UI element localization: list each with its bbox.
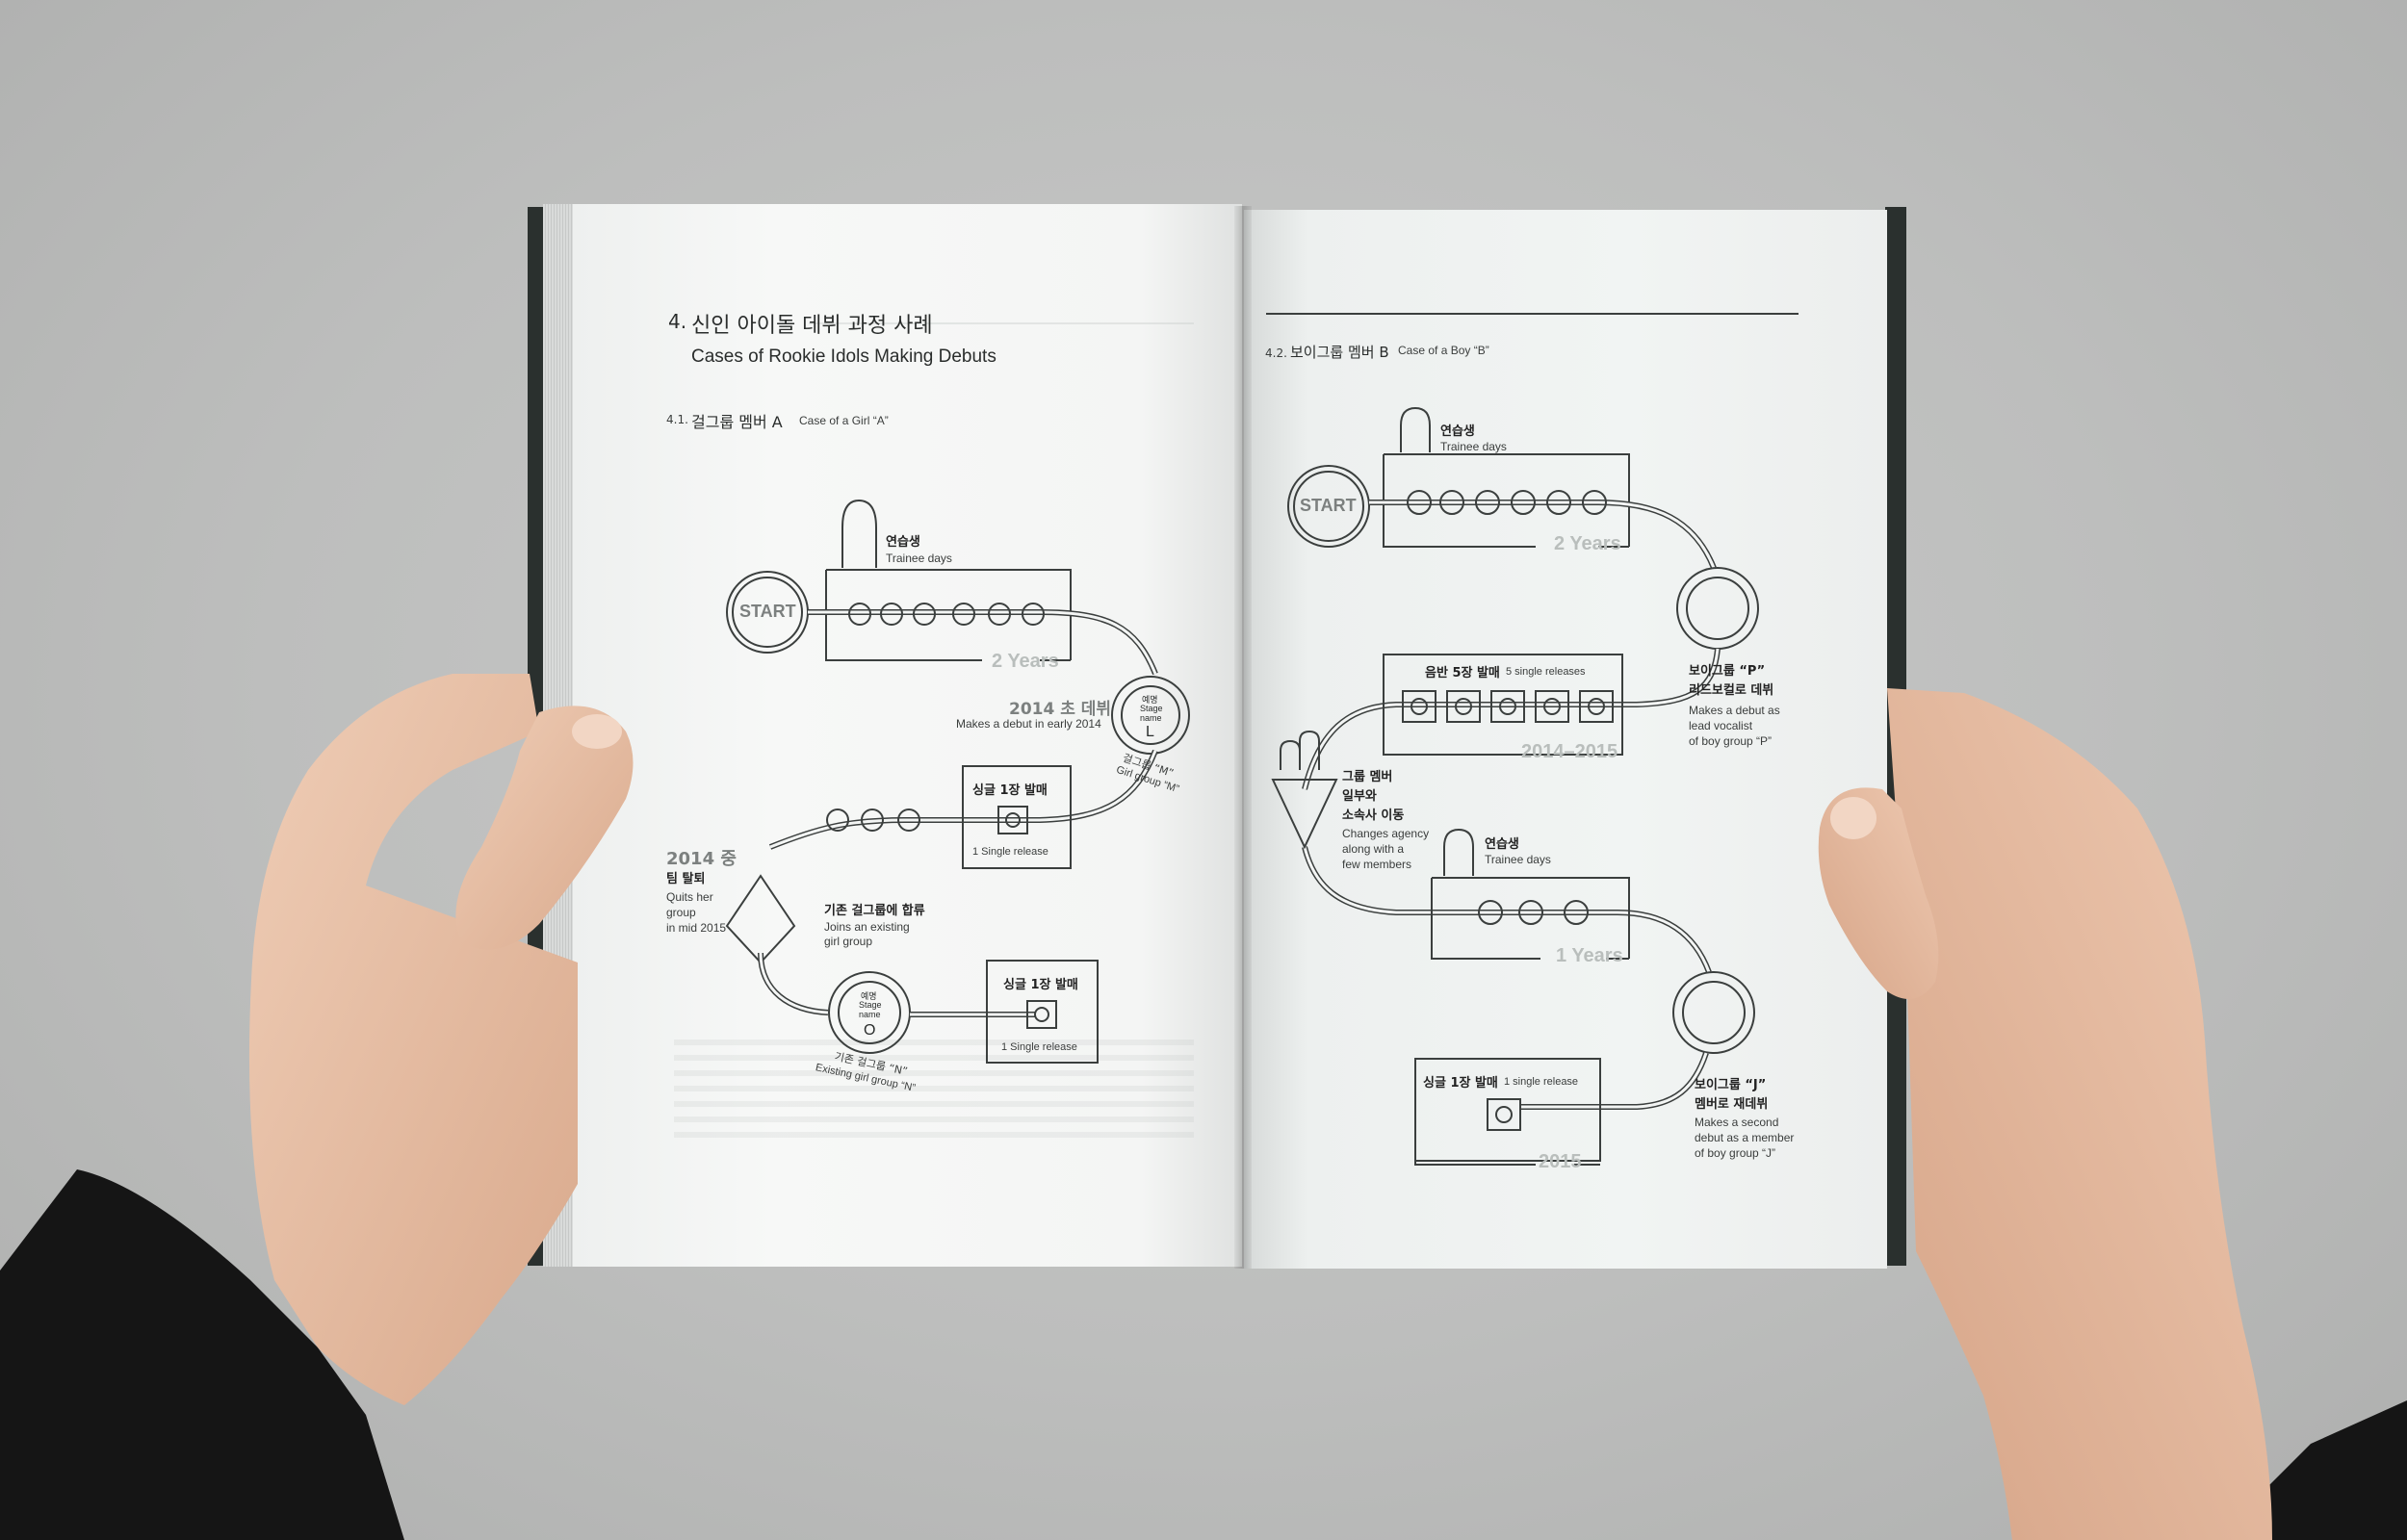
right-hand xyxy=(1887,688,2272,1540)
hands-holding-book xyxy=(0,674,2407,1540)
